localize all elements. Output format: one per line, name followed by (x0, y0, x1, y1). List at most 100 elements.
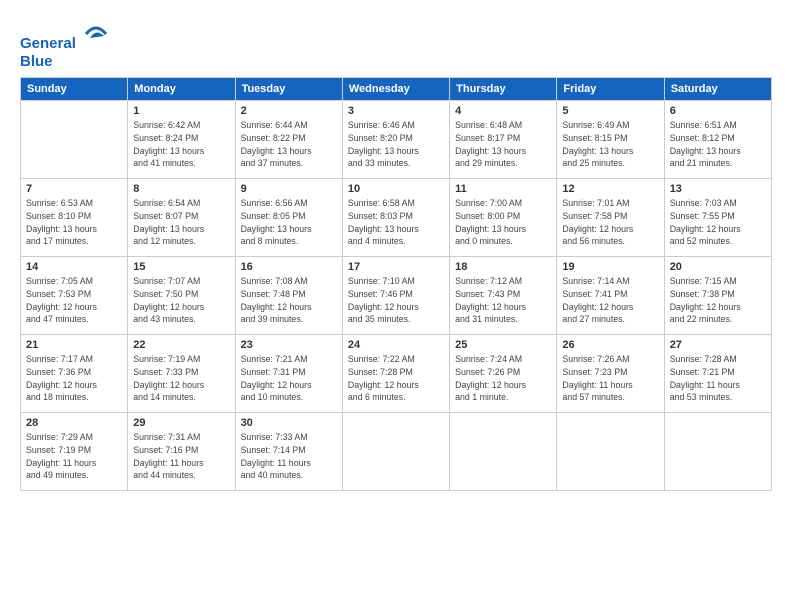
weekday-header-row: SundayMondayTuesdayWednesdayThursdayFrid… (21, 78, 772, 101)
calendar-table: SundayMondayTuesdayWednesdayThursdayFrid… (20, 77, 772, 491)
logo: General Blue (20, 20, 110, 71)
calendar-cell: 20 Sunrise: 7:15 AMSunset: 7:38 PMDayligh… (664, 257, 771, 335)
day-info: Sunrise: 7:26 AMSunset: 7:23 PMDaylight:… (562, 353, 658, 404)
calendar-cell: 12 Sunrise: 7:01 AMSunset: 7:58 PMDayligh… (557, 179, 664, 257)
weekday-friday: Friday (557, 78, 664, 101)
day-info: Sunrise: 7:12 AMSunset: 7:43 PMDaylight:… (455, 275, 551, 326)
week-row-4: 21 Sunrise: 7:17 AMSunset: 7:36 PMDayligh… (21, 335, 772, 413)
day-number: 20 (670, 261, 766, 273)
calendar-cell: 9 Sunrise: 6:56 AMSunset: 8:05 PMDaylight… (235, 179, 342, 257)
calendar-cell (342, 413, 449, 491)
day-info: Sunrise: 7:22 AMSunset: 7:28 PMDaylight:… (348, 353, 444, 404)
calendar-cell: 30 Sunrise: 7:33 AMSunset: 7:14 PMDayligh… (235, 413, 342, 491)
day-number: 6 (670, 105, 766, 117)
day-number: 30 (241, 417, 337, 429)
day-number: 27 (670, 339, 766, 351)
day-number: 24 (348, 339, 444, 351)
calendar-cell: 6 Sunrise: 6:51 AMSunset: 8:12 PMDaylight… (664, 101, 771, 179)
weekday-monday: Monday (128, 78, 235, 101)
week-row-1: 1 Sunrise: 6:42 AMSunset: 8:24 PMDaylight… (21, 101, 772, 179)
header: General Blue (20, 16, 772, 71)
calendar-cell: 14 Sunrise: 7:05 AMSunset: 7:53 PMDayligh… (21, 257, 128, 335)
day-info: Sunrise: 7:31 AMSunset: 7:16 PMDaylight:… (133, 431, 229, 482)
day-info: Sunrise: 7:10 AMSunset: 7:46 PMDaylight:… (348, 275, 444, 326)
weekday-thursday: Thursday (450, 78, 557, 101)
page: General Blue SundayMondayTuesdayWednesda… (0, 0, 792, 612)
day-number: 4 (455, 105, 551, 117)
weekday-sunday: Sunday (21, 78, 128, 101)
day-info: Sunrise: 6:46 AMSunset: 8:20 PMDaylight:… (348, 119, 444, 170)
day-info: Sunrise: 7:28 AMSunset: 7:21 PMDaylight:… (670, 353, 766, 404)
weekday-tuesday: Tuesday (235, 78, 342, 101)
day-info: Sunrise: 7:00 AMSunset: 8:00 PMDaylight:… (455, 197, 551, 248)
calendar-cell (557, 413, 664, 491)
day-info: Sunrise: 7:08 AMSunset: 7:48 PMDaylight:… (241, 275, 337, 326)
day-number: 23 (241, 339, 337, 351)
day-info: Sunrise: 6:54 AMSunset: 8:07 PMDaylight:… (133, 197, 229, 248)
calendar-cell: 19Sunrise: 7:14 AMSunset: 7:41 PMDayligh… (557, 257, 664, 335)
calendar-cell: 2Sunrise: 6:44 AMSunset: 8:22 PMDaylight… (235, 101, 342, 179)
calendar-cell: 8 Sunrise: 6:54 AMSunset: 8:07 PMDaylight… (128, 179, 235, 257)
day-info: Sunrise: 7:05 AMSunset: 7:53 PMDaylight:… (26, 275, 122, 326)
calendar-cell: 4 Sunrise: 6:48 AMSunset: 8:17 PMDaylight… (450, 101, 557, 179)
day-number: 18 (455, 261, 551, 273)
logo-text: General (20, 20, 110, 53)
calendar-cell: 5 Sunrise: 6:49 AMSunset: 8:15 PMDaylight… (557, 101, 664, 179)
calendar-cell: 13Sunrise: 7:03 AMSunset: 7:55 PMDayligh… (664, 179, 771, 257)
day-info: Sunrise: 7:33 AMSunset: 7:14 PMDaylight:… (241, 431, 337, 482)
day-number: 16 (241, 261, 337, 273)
day-info: Sunrise: 6:56 AMSunset: 8:05 PMDaylight:… (241, 197, 337, 248)
day-number: 11 (455, 183, 551, 195)
day-info: Sunrise: 6:48 AMSunset: 8:17 PMDaylight:… (455, 119, 551, 170)
day-number: 8 (133, 183, 229, 195)
day-info: Sunrise: 6:51 AMSunset: 8:12 PMDaylight:… (670, 119, 766, 170)
calendar-cell: 24 Sunrise: 7:22 AMSunset: 7:28 PMDayligh… (342, 335, 449, 413)
day-number: 19 (562, 261, 658, 273)
calendar-cell: 3 Sunrise: 6:46 AMSunset: 8:20 PMDaylight… (342, 101, 449, 179)
calendar-cell: 17Sunrise: 7:10 AMSunset: 7:46 PMDayligh… (342, 257, 449, 335)
calendar-cell: 7 Sunrise: 6:53 AMSunset: 8:10 PMDaylight… (21, 179, 128, 257)
day-info: Sunrise: 7:15 AMSunset: 7:38 PMDaylight:… (670, 275, 766, 326)
calendar-cell (21, 101, 128, 179)
logo-icon (82, 20, 110, 48)
day-info: Sunrise: 7:29 AMSunset: 7:19 PMDaylight:… (26, 431, 122, 482)
calendar-cell: 16 Sunrise: 7:08 AMSunset: 7:48 PMDayligh… (235, 257, 342, 335)
day-number: 1 (133, 105, 229, 117)
day-info: Sunrise: 7:07 AMSunset: 7:50 PMDaylight:… (133, 275, 229, 326)
calendar-cell: 29 Sunrise: 7:31 AMSunset: 7:16 PMDayligh… (128, 413, 235, 491)
day-number: 3 (348, 105, 444, 117)
day-number: 2 (241, 105, 337, 117)
day-info: Sunrise: 6:49 AMSunset: 8:15 PMDaylight:… (562, 119, 658, 170)
logo-blue: Blue (20, 53, 110, 71)
calendar-cell: 27 Sunrise: 7:28 AMSunset: 7:21 PMDayligh… (664, 335, 771, 413)
day-number: 10 (348, 183, 444, 195)
day-number: 5 (562, 105, 658, 117)
calendar-cell: 10 Sunrise: 6:58 AMSunset: 8:03 PMDayligh… (342, 179, 449, 257)
day-info: Sunrise: 7:01 AMSunset: 7:58 PMDaylight:… (562, 197, 658, 248)
calendar-cell: 25Sunrise: 7:24 AMSunset: 7:26 PMDayligh… (450, 335, 557, 413)
day-number: 26 (562, 339, 658, 351)
day-number: 14 (26, 261, 122, 273)
day-number: 29 (133, 417, 229, 429)
weekday-wednesday: Wednesday (342, 78, 449, 101)
day-number: 7 (26, 183, 122, 195)
day-info: Sunrise: 7:03 AMSunset: 7:55 PMDaylight:… (670, 197, 766, 248)
calendar-cell: 15 Sunrise: 7:07 AMSunset: 7:50 PMDayligh… (128, 257, 235, 335)
day-number: 9 (241, 183, 337, 195)
calendar-cell: 23 Sunrise: 7:21 AMSunset: 7:31 PMDayligh… (235, 335, 342, 413)
day-info: Sunrise: 6:42 AMSunset: 8:24 PMDaylight:… (133, 119, 229, 170)
calendar-cell: 22Sunrise: 7:19 AMSunset: 7:33 PMDayligh… (128, 335, 235, 413)
day-info: Sunrise: 7:17 AMSunset: 7:36 PMDaylight:… (26, 353, 122, 404)
calendar-cell (664, 413, 771, 491)
day-info: Sunrise: 7:21 AMSunset: 7:31 PMDaylight:… (241, 353, 337, 404)
day-number: 21 (26, 339, 122, 351)
weekday-saturday: Saturday (664, 78, 771, 101)
week-row-5: 28Sunrise: 7:29 AMSunset: 7:19 PMDayligh… (21, 413, 772, 491)
day-number: 15 (133, 261, 229, 273)
day-info: Sunrise: 6:58 AMSunset: 8:03 PMDaylight:… (348, 197, 444, 248)
week-row-2: 7 Sunrise: 6:53 AMSunset: 8:10 PMDaylight… (21, 179, 772, 257)
day-number: 12 (562, 183, 658, 195)
calendar-cell: 28Sunrise: 7:29 AMSunset: 7:19 PMDayligh… (21, 413, 128, 491)
calendar-cell: 18 Sunrise: 7:12 AMSunset: 7:43 PMDayligh… (450, 257, 557, 335)
day-info: Sunrise: 6:53 AMSunset: 8:10 PMDaylight:… (26, 197, 122, 248)
